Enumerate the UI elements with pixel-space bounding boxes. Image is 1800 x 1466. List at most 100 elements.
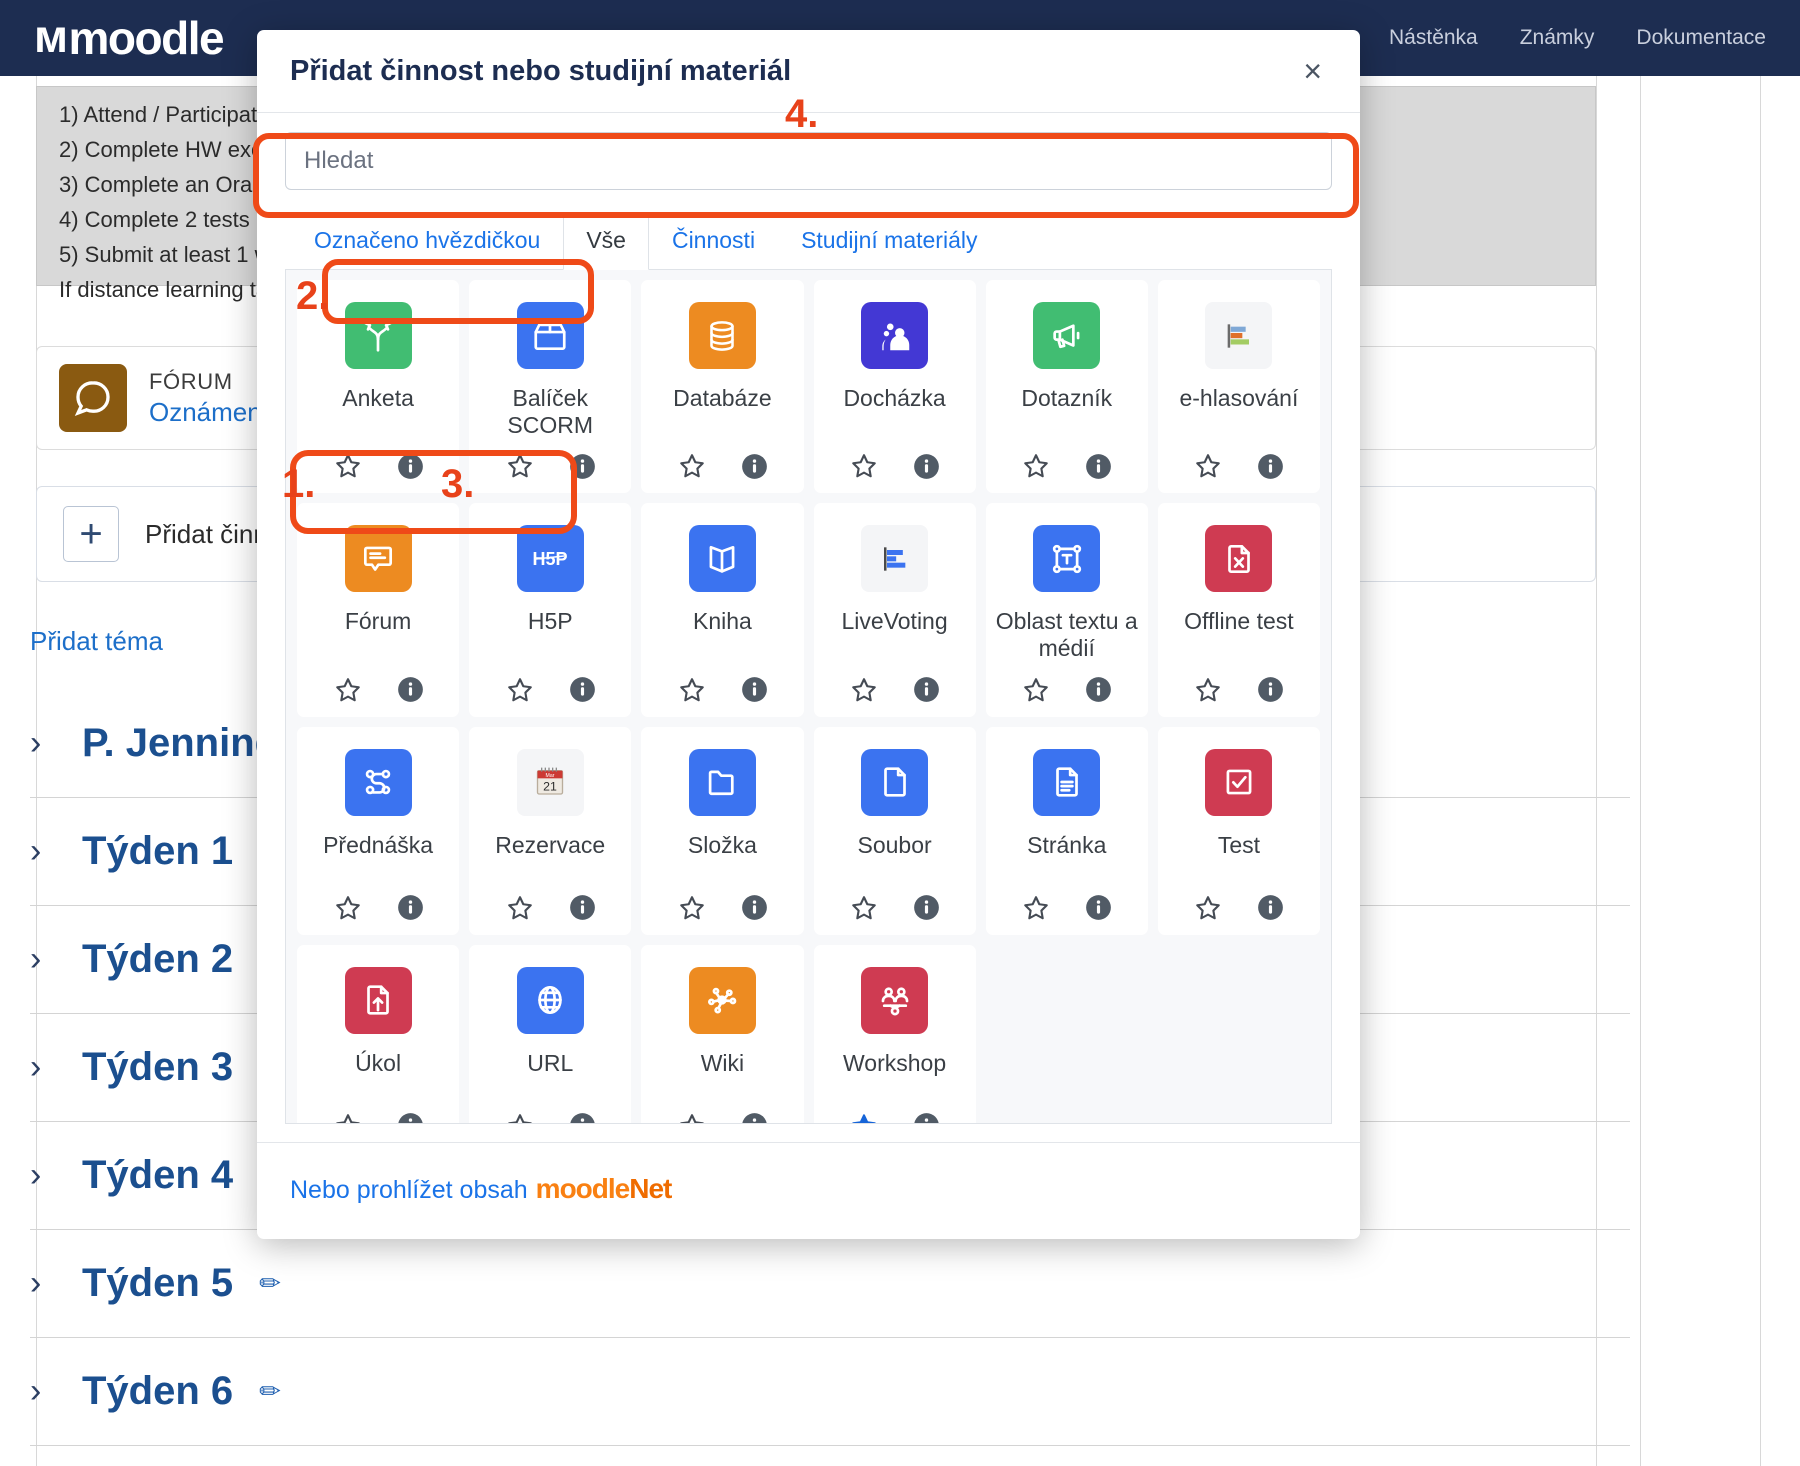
section-row[interactable]: › Týden 5 ✏ [30,1230,1630,1338]
moodlenet-browse-link[interactable]: Nebo prohlížet obsah moodleNet [290,1173,672,1205]
info-icon[interactable] [913,1112,940,1123]
info-icon[interactable] [569,453,596,480]
chevron-right-icon[interactable]: › [30,940,56,979]
activity-card[interactable]: H5P H5P [469,503,632,717]
info-icon[interactable] [913,453,940,480]
activity-card[interactable]: Přednáška [297,726,460,935]
star-icon[interactable] [677,1111,707,1123]
info-icon[interactable] [741,894,768,921]
plus-icon[interactable]: + [63,506,119,562]
search-input[interactable] [285,132,1332,190]
star-icon[interactable] [333,1111,363,1123]
chevron-right-icon[interactable]: › [30,1048,56,1087]
close-icon[interactable]: × [1297,51,1328,91]
star-icon[interactable] [1193,893,1223,923]
info-icon[interactable] [1085,894,1112,921]
chevron-right-icon[interactable]: › [30,1264,56,1303]
moodle-logo[interactable]: ᴍ moodle [34,10,225,65]
star-icon[interactable] [1021,451,1051,481]
tab-starred[interactable]: Označeno hvězdičkou [291,212,563,270]
activity-card[interactable]: Kniha [641,503,804,717]
activity-card[interactable]: Složka [641,726,804,935]
activity-card[interactable]: Offline test [1157,503,1320,717]
star-icon[interactable] [505,675,535,705]
info-icon[interactable] [569,894,596,921]
activity-card[interactable]: Dotazník [985,280,1148,494]
star-icon[interactable] [849,893,879,923]
activity-card[interactable]: URL [469,944,632,1123]
star-icon[interactable] [1021,893,1051,923]
star-icon[interactable] [333,451,363,481]
activity-card[interactable]: Mar 21 Rezervace [469,726,632,935]
star-icon[interactable] [849,1111,879,1123]
star-icon[interactable] [505,893,535,923]
section-title[interactable]: Týden 1 [82,829,233,874]
chevron-right-icon[interactable]: › [30,724,56,763]
star-icon[interactable] [677,893,707,923]
star-icon[interactable] [1193,451,1223,481]
star-icon[interactable] [333,893,363,923]
info-icon[interactable] [1085,676,1112,703]
section-title[interactable]: Týden 4 [82,1153,233,1198]
forum-name-link[interactable]: Oznámení [149,396,269,429]
info-icon[interactable] [1257,453,1284,480]
chevron-right-icon[interactable]: › [30,1156,56,1195]
activity-card[interactable]: LiveVoting [813,503,976,717]
activity-card[interactable]: Oblast textu a médií [985,503,1148,717]
info-icon[interactable] [397,1112,424,1123]
star-icon[interactable] [677,451,707,481]
nav-link-grades[interactable]: Známky [1520,26,1595,50]
info-icon[interactable] [397,453,424,480]
tab-resources[interactable]: Studijní materiály [778,212,1000,270]
activity-card[interactable]: Anketa [297,280,460,494]
nav-link-docs[interactable]: Dokumentace [1636,26,1766,50]
info-icon[interactable] [1085,453,1112,480]
activity-card[interactable]: Wiki [641,944,804,1123]
star-icon[interactable] [849,451,879,481]
chevron-right-icon[interactable]: › [30,1372,56,1411]
lesson-icon [344,748,412,816]
activity-card[interactable]: Fórum [297,503,460,717]
info-icon[interactable] [741,1112,768,1123]
info-icon[interactable] [741,676,768,703]
star-icon[interactable] [1193,675,1223,705]
star-icon[interactable] [849,675,879,705]
star-icon[interactable] [677,675,707,705]
activity-card[interactable]: Úkol [297,944,460,1123]
activity-card[interactable]: Soubor [813,726,976,935]
tab-all[interactable]: Vše [563,212,649,270]
activity-card[interactable]: Databáze [641,280,804,494]
star-icon[interactable] [505,1111,535,1123]
section-title[interactable]: P. Jenning [82,721,279,766]
edit-pencil-icon[interactable]: ✏ [259,1376,281,1407]
info-icon[interactable] [1257,676,1284,703]
activity-card[interactable]: Docházka [813,280,976,494]
info-icon[interactable] [913,894,940,921]
activity-card[interactable]: Test [1157,726,1320,935]
section-row[interactable]: › Týden 6 ✏ [30,1338,1630,1446]
activity-card[interactable]: Balíček SCORM [469,280,632,494]
section-title[interactable]: Týden 3 [82,1045,233,1090]
section-title[interactable]: Týden 5 [82,1261,233,1306]
tab-activities[interactable]: Činnosti [649,212,778,270]
star-icon[interactable] [333,675,363,705]
activity-card[interactable]: Stránka [985,726,1148,935]
chevron-right-icon[interactable]: › [30,832,56,871]
edit-pencil-icon[interactable]: ✏ [259,1268,281,1299]
section-title[interactable]: Týden 6 [82,1369,233,1414]
activity-card[interactable]: e-hlasování [1157,280,1320,494]
star-icon[interactable] [1021,675,1051,705]
info-icon[interactable] [569,676,596,703]
info-icon[interactable] [741,453,768,480]
section-title[interactable]: Týden 2 [82,937,233,982]
star-icon[interactable] [505,451,535,481]
nav-link-dashboard[interactable]: Nástěnka [1389,26,1478,50]
info-icon[interactable] [913,676,940,703]
activity-card[interactable]: Workshop [813,944,976,1123]
info-icon[interactable] [397,676,424,703]
info-icon[interactable] [397,894,424,921]
add-topic-link[interactable]: Přidat téma [30,626,163,657]
info-icon[interactable] [1257,894,1284,921]
activity-card-actions [849,439,940,481]
info-icon[interactable] [569,1112,596,1123]
